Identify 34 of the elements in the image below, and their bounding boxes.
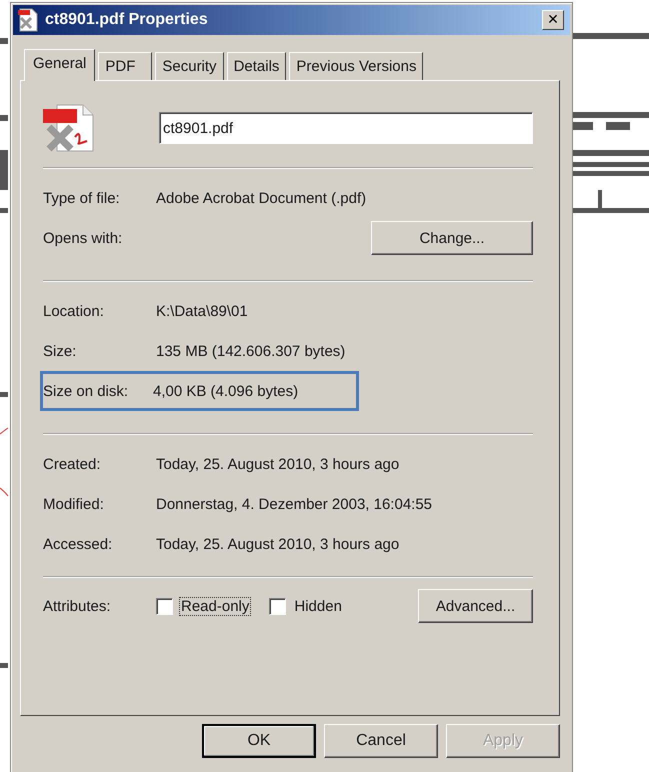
tab[interactable]: Previous Versions (289, 52, 424, 80)
field-label: Attributes: (43, 598, 112, 614)
dialog-button[interactable]: Cancel (324, 724, 438, 758)
field-label: Size: (43, 342, 78, 360)
field-label: Modified: (43, 496, 105, 512)
tab[interactable]: General (24, 49, 96, 81)
field-label: Opens with: (43, 230, 124, 246)
dialog-button[interactable]: OK (202, 724, 316, 758)
field-label: Created: (43, 456, 102, 472)
checkbox[interactable] (269, 598, 286, 614)
field-value: Donnerstag, 4. Dezember 2003, 16:04:55 (156, 496, 432, 512)
window-title: ct8901.pdf Properties (45, 11, 209, 29)
tab[interactable]: PDF (98, 52, 152, 80)
field-value: 4,00 KB (4.096 bytes) (153, 382, 298, 400)
field-value: Today, 25. August 2010, 3 hours ago (156, 456, 400, 472)
field-label: Accessed: (43, 536, 114, 552)
close-button[interactable]: ✕ (542, 10, 564, 30)
checkbox[interactable] (156, 598, 173, 614)
checkbox-label[interactable]: Read-only (179, 596, 252, 616)
checkbox-label[interactable]: Hidden (292, 596, 344, 616)
field-value: Adobe Acrobat Document (.pdf) (156, 190, 366, 206)
field-label: Size on disk: (43, 382, 130, 400)
pdf-file-icon (43, 103, 95, 153)
field-value: K:\Data\89\01 (156, 302, 248, 320)
tab[interactable]: Security (155, 52, 224, 80)
field-value: 135 MB (142.606.307 bytes) (156, 342, 346, 360)
advanced-button[interactable]: Advanced... (418, 589, 533, 623)
change-button[interactable]: Change... (371, 221, 533, 255)
field-label: Location: (43, 302, 105, 320)
tab[interactable]: Details (226, 52, 286, 80)
pdf-file-icon (17, 8, 39, 32)
field-label: Type of file: (43, 190, 121, 206)
file-name-field[interactable]: ct8901.pdf (159, 112, 533, 144)
field-value: Today, 25. August 2010, 3 hours ago (156, 536, 400, 552)
